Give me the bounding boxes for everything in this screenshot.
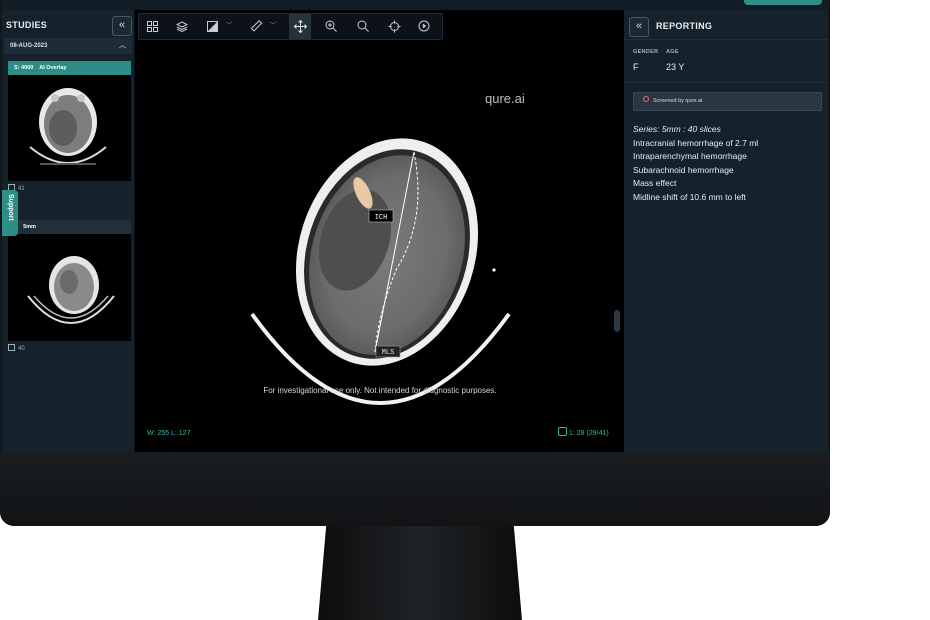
series-count: 40: [8, 344, 25, 352]
contrast-icon[interactable]: [201, 14, 223, 39]
series-thumbnail-image: [8, 75, 131, 181]
series-thumbnail-image: [8, 234, 131, 341]
series-thumbnail-5mm[interactable]: 25mm: [8, 220, 131, 341]
support-label: Support: [7, 194, 14, 221]
slice-text: 1: 28 (29/41): [569, 430, 609, 437]
study-date-row[interactable]: 08-AUG-2023 ︿: [4, 38, 132, 54]
annotation-ich: ICH: [375, 214, 388, 222]
pan-icon[interactable]: [289, 14, 311, 39]
reporting-panel: « REPORTING GENDER AGE F 23 Y Screened b…: [624, 10, 828, 452]
slice-scrollbar[interactable]: [614, 310, 620, 332]
viewer-toolbar: ﹀ ﹀: [138, 13, 443, 40]
collapse-studies-button[interactable]: «: [112, 16, 132, 36]
copy-icon: [8, 344, 15, 351]
annotation-mls: MLS: [382, 349, 395, 357]
zoom-in-icon[interactable]: [320, 14, 342, 39]
collapse-reporting-button[interactable]: «: [629, 17, 649, 37]
monitor: STUDIES « 08-AUG-2023 ︿ S: 4000 AI Overla…: [0, 0, 830, 526]
series-header: S: 4000 AI Overlay: [8, 61, 131, 75]
screened-by-badge: Screened by qure.ai: [633, 92, 822, 111]
monitor-bezel: [0, 452, 830, 526]
screened-by-text: Screened by qure.ai: [653, 98, 703, 104]
search-icon[interactable]: [352, 14, 374, 39]
report-findings: Series: 5mm : 40 slices Intracranial hem…: [633, 123, 758, 204]
support-tab[interactable]: Support: [2, 190, 18, 236]
qure-watermark: qure.ai: [485, 91, 525, 106]
finding-item: Intraparenchymal hemorrhage: [633, 151, 747, 161]
divider: [624, 82, 828, 83]
layers-icon[interactable]: [171, 14, 193, 39]
series-count-value: 41: [18, 186, 25, 192]
window-level-readout: W: 255 L: 127: [147, 430, 191, 437]
slice-indicator: 1: 28 (29/41): [558, 427, 609, 437]
ruler-icon[interactable]: [245, 14, 267, 39]
finding-item: Subarachnoid hemorrhage: [633, 164, 734, 175]
study-date: 08-AUG-2023: [10, 43, 48, 49]
studies-title: STUDIES: [6, 20, 48, 30]
finding-item: Midline shift of 10.6 mm to left: [633, 191, 746, 202]
image-viewer[interactable]: ICH MLS qure.ai ﹀ ﹀ For investigational …: [135, 10, 624, 452]
chevron-down-icon[interactable]: ﹀: [269, 14, 277, 39]
series-label: 5mm: [23, 224, 36, 230]
series-header: 25mm: [8, 220, 131, 234]
reporting-title: REPORTING: [656, 21, 713, 31]
top-bar: [2, 0, 828, 10]
age-value: 23 Y: [666, 62, 685, 72]
report-series-line: Series: 5mm : 40 slices: [633, 124, 721, 134]
monitor-stand: [318, 526, 522, 620]
gender-value: F: [633, 62, 639, 72]
gender-label: GENDER: [633, 49, 659, 55]
finding-item: Mass effect: [633, 178, 677, 188]
search-icon: [643, 96, 649, 102]
play-icon[interactable]: [413, 14, 435, 39]
series-thumbnail-ai-overlay[interactable]: S: 4000 AI Overlay: [8, 61, 131, 181]
crosshair-icon[interactable]: [383, 14, 405, 39]
finding-item: Intracranial hemorrhage of 2.7 ml: [633, 137, 759, 148]
studies-panel: STUDIES « 08-AUG-2023 ︿ S: 4000 AI Overla…: [2, 10, 135, 452]
series-number: S: 4000: [14, 65, 34, 71]
top-action-button[interactable]: [744, 0, 822, 5]
chevron-down-icon[interactable]: ﹀: [225, 14, 233, 39]
layers-icon: [558, 427, 567, 436]
chevron-up-icon: ︿: [119, 42, 126, 49]
grid-layout-icon[interactable]: [141, 14, 163, 39]
series-label: AI Overlay: [39, 65, 67, 71]
app-screen: STUDIES « 08-AUG-2023 ︿ S: 4000 AI Overla…: [2, 0, 828, 452]
age-label: AGE: [666, 49, 679, 55]
series-count-value: 40: [18, 346, 25, 352]
divider: [624, 39, 828, 40]
disclaimer-text: For investigational use only. Not intend…: [263, 386, 497, 395]
